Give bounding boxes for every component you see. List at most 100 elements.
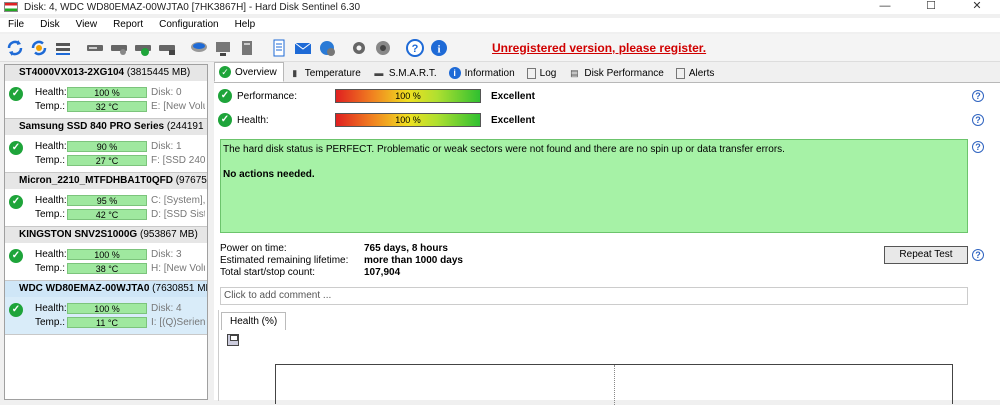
alerts-icon — [675, 67, 685, 79]
menu-view[interactable]: View — [68, 18, 106, 32]
disk-list-icon[interactable] — [52, 37, 74, 59]
disk-header: Micron_2210_MTFDHBA1T0QFD (976756 M — [5, 173, 207, 189]
lifetime-value: more than 1000 days — [364, 255, 463, 266]
startstop-value: 107,904 — [364, 267, 401, 278]
health-bar: 100 % — [67, 86, 147, 98]
tab-log[interactable]: Log — [522, 64, 564, 82]
temp-bar: 32 °C — [67, 100, 147, 112]
disk-size: (953867 MB) — [139, 229, 198, 240]
tab-temperature[interactable]: ▮ Temperature — [284, 64, 368, 82]
temp-bar: 11 °C — [67, 316, 147, 328]
disk-item-selected[interactable]: WDC WD80EMAZ-00WJTA0 (7630851 MB) ✓ Heal… — [5, 281, 207, 335]
disk-size: (976756 M — [175, 175, 207, 186]
disk-index: Disk: 0 — [151, 86, 182, 98]
disk-icon-2[interactable] — [108, 37, 130, 59]
health-label: Health: — [35, 86, 67, 98]
power-on-label: Power on time: — [220, 243, 287, 254]
check-circle-icon: ✓ — [219, 66, 231, 78]
comment-field[interactable]: Click to add comment ... — [220, 287, 968, 305]
menu-file[interactable]: File — [0, 18, 32, 32]
disk-header: KINGSTON SNV2S1000G (953867 MB) — [5, 227, 207, 243]
svg-text:i: i — [437, 43, 440, 55]
disk-index: Disk: 3 — [151, 248, 182, 260]
save-icon[interactable] — [227, 334, 239, 346]
disk-size: (244191 MB) — [166, 121, 207, 132]
volume-label: H: [New Volu — [151, 262, 205, 274]
app-icon — [4, 2, 18, 12]
performance-gauge: 100 % — [335, 89, 481, 103]
disk-item[interactable]: Samsung SSD 840 PRO Series (244191 MB) ✓… — [5, 119, 207, 173]
health-chart-frame — [275, 364, 953, 405]
tab-disk-performance[interactable]: ▤ Disk Performance — [563, 64, 670, 82]
help-icon[interactable]: ? — [404, 37, 426, 59]
menu-bar: File Disk View Report Configuration Help — [0, 18, 1000, 32]
health-chart-area: Health (%) — [218, 310, 1000, 405]
health-gauge: 100 % — [335, 113, 481, 127]
email-icon[interactable] — [292, 37, 314, 59]
menu-disk[interactable]: Disk — [32, 18, 67, 32]
menu-configuration[interactable]: Configuration — [151, 18, 226, 32]
tab-information[interactable]: i Information — [444, 64, 522, 82]
temp-bar: 42 °C — [67, 208, 147, 220]
disk-index: Disk: 1 — [151, 140, 182, 152]
status-ok-icon: ✓ — [218, 89, 232, 103]
drive-icon[interactable] — [188, 37, 210, 59]
tab-alerts[interactable]: Alerts — [671, 64, 722, 82]
menu-report[interactable]: Report — [105, 18, 151, 32]
actions-text: No actions needed. — [223, 169, 315, 180]
health-rating: Excellent — [491, 114, 535, 126]
temp-label: Temp.: — [35, 100, 66, 112]
health-row: ✓ Health: 100 % Excellent — [218, 111, 535, 129]
menu-help[interactable]: Help — [227, 18, 264, 32]
minimize-button[interactable]: — — [862, 0, 908, 14]
refresh-warning-icon[interactable] — [28, 37, 50, 59]
disk-stats: Power on time: 765 days, 8 hours Estimate… — [220, 243, 463, 279]
tab-overview[interactable]: ✓ Overview — [214, 62, 284, 82]
disk-size: (7630851 MB) — [152, 283, 207, 294]
health-bar: 95 % — [67, 194, 147, 206]
help-icon[interactable]: ? — [972, 141, 984, 153]
close-button[interactable]: ✕ — [954, 0, 1000, 14]
help-icon[interactable]: ? — [972, 90, 984, 102]
report-icon[interactable] — [268, 37, 290, 59]
temp-bar: 38 °C — [67, 262, 147, 274]
external-disk-icon[interactable] — [236, 37, 258, 59]
volume-label: F: [SSD 240Gb — [151, 154, 205, 166]
lifetime-label: Estimated remaining lifetime: — [220, 255, 349, 266]
disk-item[interactable]: Micron_2210_MTFDHBA1T0QFD (976756 M ✓ He… — [5, 173, 207, 227]
refresh-icon[interactable] — [4, 37, 26, 59]
health-label: Health: — [35, 302, 67, 314]
network-icon[interactable] — [316, 37, 338, 59]
tab-health-percent[interactable]: Health (%) — [221, 312, 287, 330]
disk-header: Samsung SSD 840 PRO Series (244191 MB) — [5, 119, 207, 135]
repeat-test-button[interactable]: Repeat Test — [884, 246, 968, 264]
disk-item[interactable]: ST4000VX013-2XG104 (3815445 MB) ✓ Health… — [5, 65, 207, 119]
maximize-button[interactable]: ☐ — [908, 0, 954, 14]
performance-label: Performance: — [237, 90, 298, 102]
tab-smart[interactable]: ▬ S.M.A.R.T. — [368, 64, 444, 82]
volume-label: I: [(Q)Serien] — [151, 316, 205, 328]
disk-name: ST4000VX013-2XG104 — [19, 67, 125, 78]
gear-icon[interactable] — [348, 37, 370, 59]
disk-check-icon[interactable] — [132, 37, 154, 59]
network-disk-icon[interactable] — [212, 37, 234, 59]
help-icon[interactable]: ? — [972, 249, 984, 261]
temp-bar: 27 °C — [67, 154, 147, 166]
help-icon[interactable]: ? — [972, 114, 984, 126]
overview-panel: ✓ Performance: 100 % Excellent ? ✓ Healt… — [214, 82, 1000, 405]
alert-settings-icon[interactable] — [372, 37, 394, 59]
disk-name: Micron_2210_MTFDHBA1T0QFD — [19, 175, 173, 186]
disk-icon[interactable] — [84, 37, 106, 59]
health-bar: 90 % — [67, 140, 147, 152]
unregistered-link[interactable]: Unregistered version, please register. — [492, 41, 706, 55]
info-icon: i — [448, 67, 461, 79]
disk-index: Disk: 4 — [151, 302, 182, 314]
disk-settings-icon[interactable] — [156, 37, 178, 59]
info-icon[interactable]: i — [428, 37, 450, 59]
disk-item[interactable]: KINGSTON SNV2S1000G (953867 MB) ✓ Health… — [5, 227, 207, 281]
status-ok-icon: ✓ — [218, 113, 232, 127]
health-label: Health: — [237, 114, 269, 126]
disk-list-panel: ST4000VX013-2XG104 (3815445 MB) ✓ Health… — [4, 64, 208, 400]
health-bar: 100 % — [67, 248, 147, 260]
health-bar: 100 % — [67, 302, 147, 314]
